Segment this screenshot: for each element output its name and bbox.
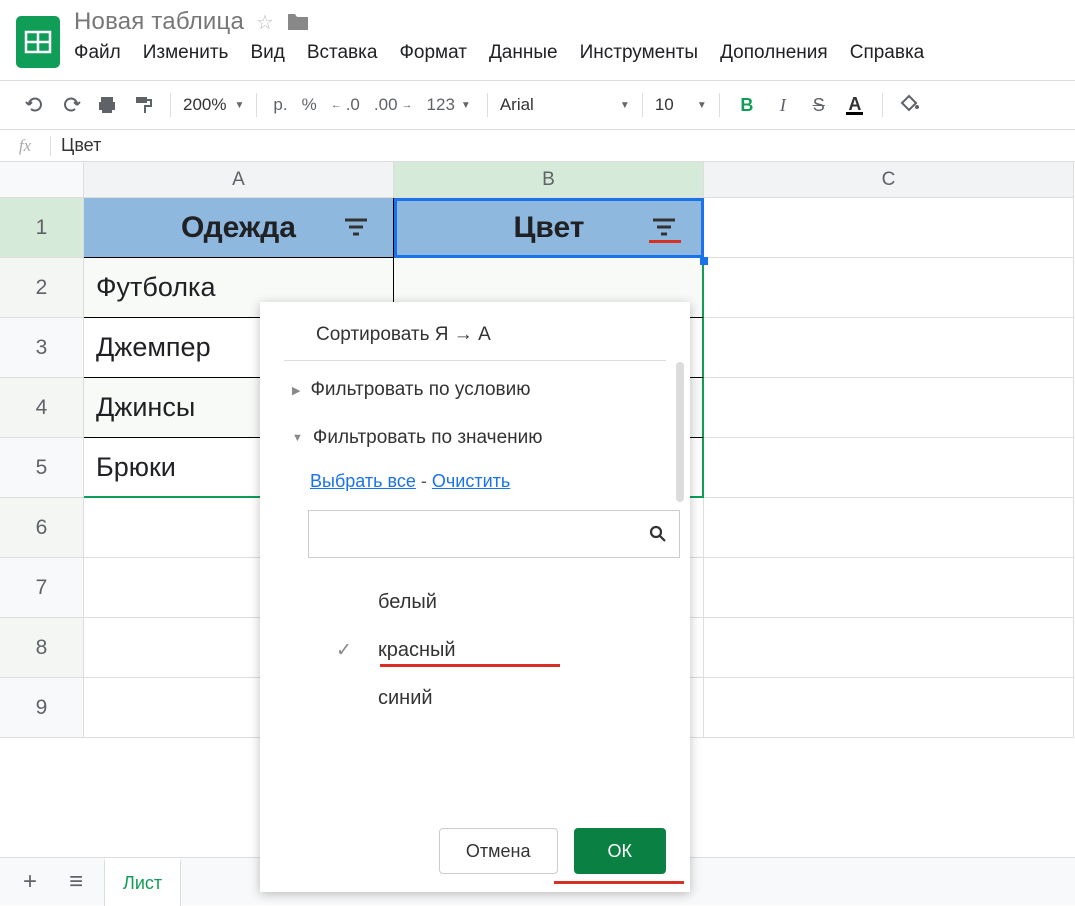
row-header-2[interactable]: 2 — [0, 258, 84, 318]
text-color-button[interactable]: A — [840, 90, 870, 120]
cell-a1[interactable]: Одежда — [84, 198, 394, 258]
row-header-4[interactable]: 4 — [0, 378, 84, 438]
fill-color-button[interactable] — [895, 90, 925, 120]
cell-c3[interactable] — [704, 318, 1074, 378]
cell-c6[interactable] — [704, 498, 1074, 558]
column-header-c[interactable]: C — [704, 162, 1074, 198]
filter-value-item[interactable]: синий — [336, 674, 666, 722]
row-header-8[interactable]: 8 — [0, 618, 84, 678]
check-icon: ✓ — [336, 639, 358, 662]
filter-icon[interactable] — [345, 218, 367, 238]
ok-button[interactable]: ОК — [574, 828, 667, 874]
menu-help[interactable]: Справка — [850, 42, 925, 64]
row-header-6[interactable]: 6 — [0, 498, 84, 558]
bold-button[interactable]: B — [732, 90, 762, 120]
menu-bar: Файл Изменить Вид Вставка Формат Данные … — [74, 42, 924, 64]
currency-button[interactable]: р. — [269, 95, 291, 115]
select-all-corner[interactable] — [0, 162, 84, 198]
cell-b1[interactable]: Цвет — [394, 198, 704, 258]
formula-value[interactable]: Цвет — [51, 135, 101, 156]
cell-c4[interactable] — [704, 378, 1074, 438]
select-all-link[interactable]: Выбрать все — [310, 471, 416, 491]
cell-c9[interactable] — [704, 678, 1074, 738]
add-sheet-button[interactable]: + — [12, 864, 48, 900]
cell-c2[interactable] — [704, 258, 1074, 318]
menu-tools[interactable]: Инструменты — [580, 42, 698, 64]
italic-button[interactable]: I — [768, 90, 798, 120]
number-format-select[interactable]: 123▼ — [423, 95, 475, 115]
print-button[interactable] — [92, 90, 122, 120]
sheets-logo[interactable] — [16, 12, 60, 72]
formula-bar: fx Цвет — [0, 130, 1075, 162]
paint-format-button[interactable] — [128, 90, 158, 120]
menu-view[interactable]: Вид — [250, 42, 284, 64]
filter-value-item[interactable]: ✓ красный — [336, 626, 666, 674]
undo-button[interactable] — [20, 90, 50, 120]
menu-file[interactable]: Файл — [74, 42, 121, 64]
star-icon[interactable]: ☆ — [256, 10, 274, 35]
selection-handle[interactable] — [700, 257, 708, 265]
search-icon — [649, 525, 667, 543]
all-sheets-button[interactable]: ≡ — [58, 864, 94, 900]
menu-insert[interactable]: Вставка — [307, 42, 378, 64]
row-header-3[interactable]: 3 — [0, 318, 84, 378]
cell-c1[interactable] — [704, 198, 1074, 258]
cell-c7[interactable] — [704, 558, 1074, 618]
folder-icon[interactable] — [286, 12, 310, 32]
menu-edit[interactable]: Изменить — [143, 42, 229, 64]
sheet-tab[interactable]: Лист — [104, 858, 181, 906]
zoom-select[interactable]: 200%▼ — [183, 95, 244, 115]
filter-by-value[interactable]: ▼Фильтровать по значению — [284, 409, 666, 457]
cancel-button[interactable]: Отмена — [439, 828, 558, 874]
doc-title[interactable]: Новая таблица — [74, 8, 244, 36]
cell-c5[interactable] — [704, 438, 1074, 498]
clear-link[interactable]: Очистить — [432, 471, 510, 491]
fx-label: fx — [0, 136, 50, 156]
filter-search-input[interactable] — [308, 510, 680, 558]
filter-value-item[interactable]: белый — [336, 578, 666, 626]
column-header-b[interactable]: B — [394, 162, 704, 198]
menu-format[interactable]: Формат — [399, 42, 467, 64]
menu-addons[interactable]: Дополнения — [720, 42, 828, 64]
filter-by-condition[interactable]: ▶Фильтровать по условию — [284, 361, 666, 409]
redo-button[interactable] — [56, 90, 86, 120]
cell-c8[interactable] — [704, 618, 1074, 678]
decrease-decimal-button[interactable]: ←.0 — [327, 95, 364, 115]
column-header-a[interactable]: A — [84, 162, 394, 198]
increase-decimal-button[interactable]: .00→ — [370, 95, 417, 115]
toolbar: 200%▼ р. % ←.0 .00→ 123▼ Arial▼ 10▼ B I … — [0, 80, 1075, 130]
sort-desc[interactable]: Сортировать Я → А — [284, 318, 666, 361]
font-select[interactable]: Arial▼ — [500, 95, 630, 115]
font-size-select[interactable]: 10▼ — [655, 95, 707, 115]
row-header-7[interactable]: 7 — [0, 558, 84, 618]
row-header-1[interactable]: 1 — [0, 198, 84, 258]
percent-button[interactable]: % — [298, 95, 321, 115]
scrollbar[interactable] — [676, 362, 684, 502]
row-header-9[interactable]: 9 — [0, 678, 84, 738]
menu-data[interactable]: Данные — [489, 42, 558, 64]
strike-button[interactable]: S — [804, 90, 834, 120]
row-header-5[interactable]: 5 — [0, 438, 84, 498]
filter-icon[interactable] — [653, 218, 675, 238]
filter-panel: Сортировать Я → А ▶Фильтровать по услови… — [260, 302, 690, 892]
